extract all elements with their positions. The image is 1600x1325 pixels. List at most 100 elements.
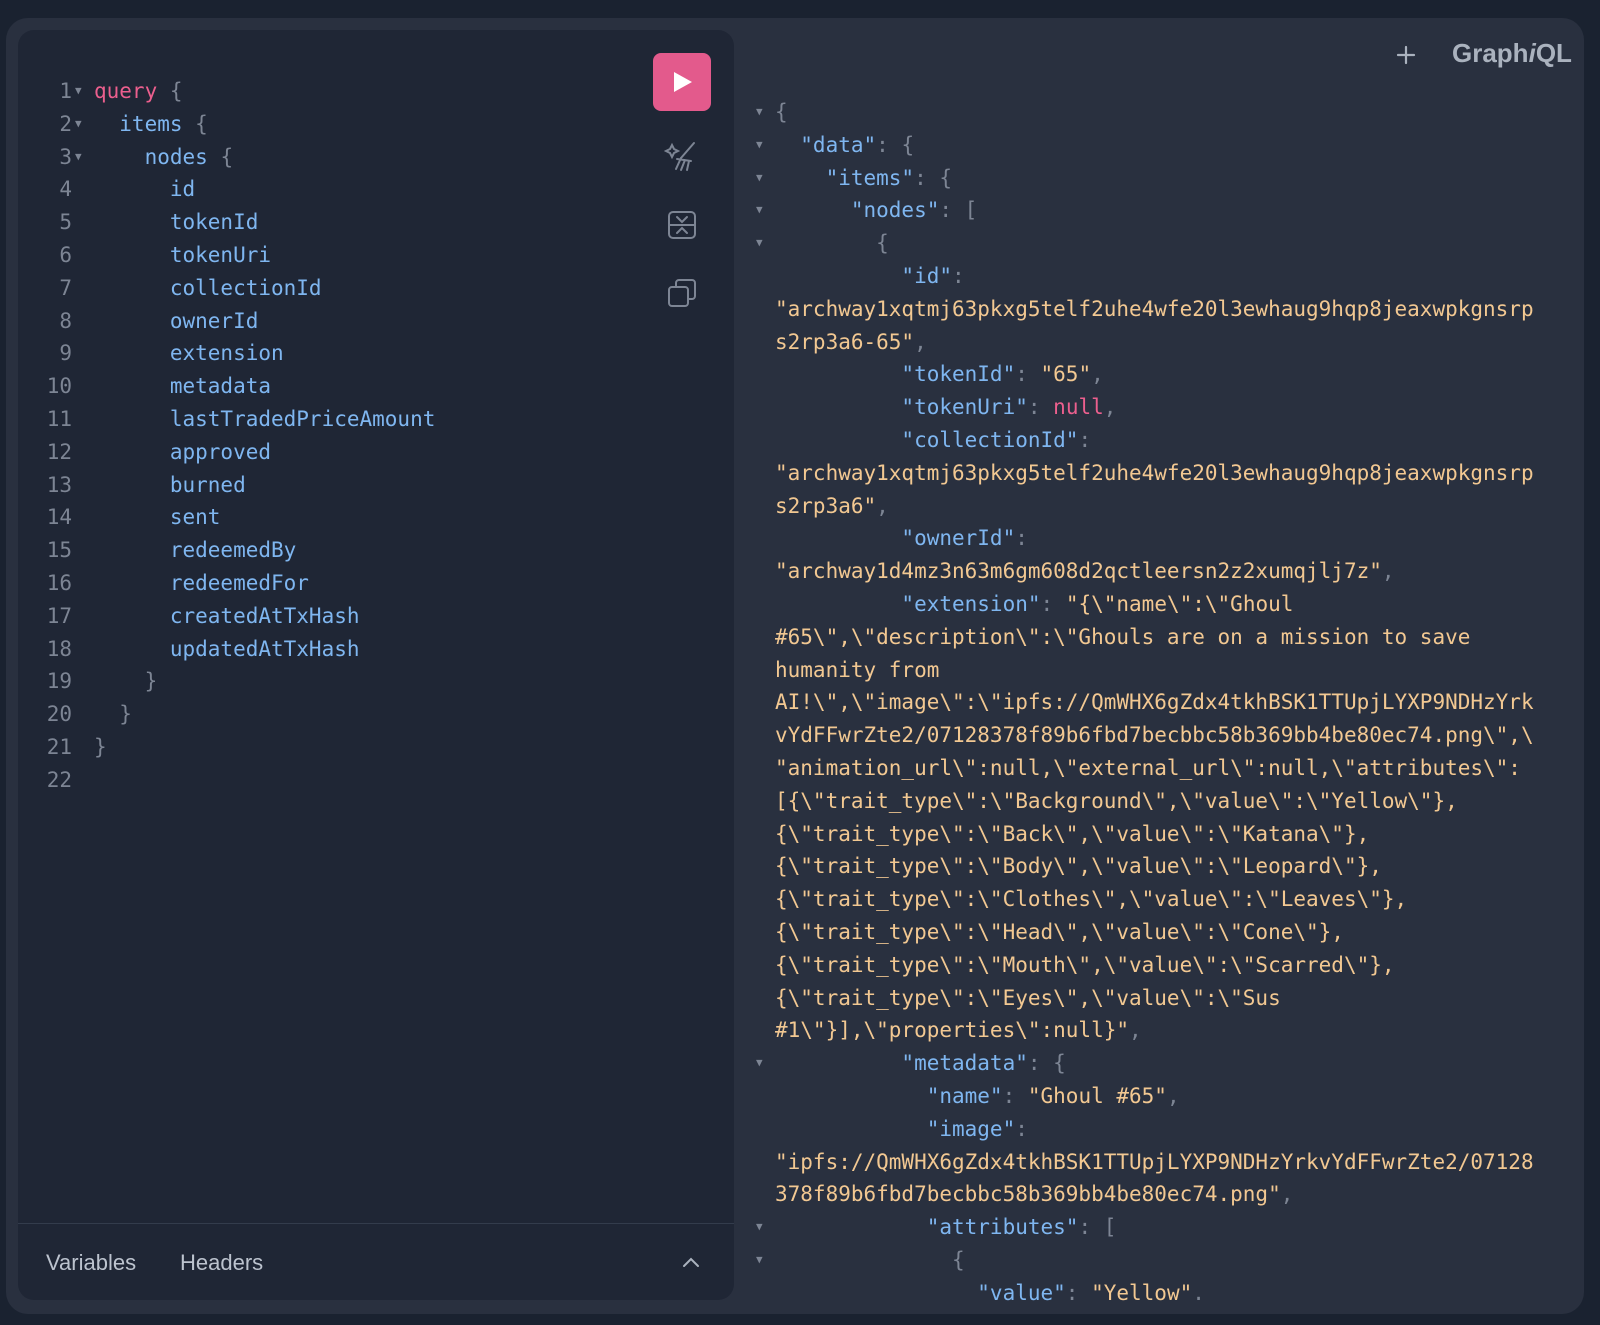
result-line: ▼ "items": { [752,162,1567,195]
editor-line[interactable]: 14 sent [18,501,638,534]
editor-line[interactable]: 9 extension [18,337,638,370]
result-line: vYdFFwrZte2/07128378f89b6fbd7becbbc58b36… [752,719,1567,752]
tab-variables[interactable]: Variables [46,1250,136,1276]
result-line-text: { [775,100,788,124]
result-line-text: "items": { [775,165,953,190]
editor-line[interactable]: 21} [18,731,638,764]
line-text: tokenId [94,210,259,235]
result-line-text: [{\"trait_type\":\"Background\",\"value\… [775,788,1458,813]
line-text: ownerId [94,308,259,333]
result-line: "tokenId": "65", [752,358,1567,391]
editor-line[interactable]: 20 } [18,698,638,731]
tab-headers[interactable]: Headers [180,1250,263,1276]
editor-line[interactable]: 19 } [18,665,638,698]
fold-arrow-icon[interactable]: ▼ [75,141,82,174]
result-line: #65\",\"description\":\"Ghouls are on a … [752,621,1567,654]
result-line: ▼ "nodes": [ [752,194,1567,227]
editor-line[interactable]: 15 redeemedBy [18,534,638,567]
result-line-text: "id": [775,263,965,288]
line-text: } [94,734,107,759]
line-number: 18 [46,636,72,661]
chevron-up-icon[interactable] [680,1252,702,1272]
editor-line[interactable]: 16 redeemedFor [18,567,638,600]
result-line: ▼ { [752,1244,1567,1277]
editor-line[interactable]: 1 ▼ query { [18,75,638,108]
result-line-text: {\"trait_type\":\"Clothes\",\"value\":\"… [775,887,1408,912]
line-number: 5 [59,210,72,235]
editor-line[interactable]: 12 approved [18,436,638,469]
line-text: burned [94,472,246,497]
line-text: updatedAtTxHash [94,636,360,661]
line-number: 15 [46,538,72,563]
result-line: ▼ { [752,227,1567,260]
line-number: 21 [46,734,72,759]
fold-arrow-icon[interactable]: ▼ [756,194,763,227]
editor-line[interactable]: 2 ▼ items { [18,108,638,141]
editor-line[interactable]: 11 lastTradedPriceAmount [18,403,638,436]
result-line: s2rp3a6", [752,490,1567,523]
result-line: ▼ "attributes": [ [752,1211,1567,1244]
result-line: AI!\",\"image\":\"ipfs://QmWHX6gZdx4tkhB… [752,686,1567,719]
fold-arrow-icon[interactable]: ▼ [756,1047,763,1080]
fold-arrow-icon[interactable]: ▼ [75,108,82,141]
editor-line[interactable]: 3 ▼ nodes { [18,141,638,174]
result-line: {\"trait_type\":\"Mouth\",\"value\":\"Sc… [752,949,1567,982]
editor-line[interactable]: 5 tokenId [18,206,638,239]
result-line-text: {\"trait_type\":\"Body\",\"value\":\"Leo… [775,854,1382,879]
result-line-text: "value": "Yellow". [775,1280,1205,1305]
run-query-button[interactable] [653,53,711,111]
result-line: ▼ "data": { [752,129,1567,162]
editor-line[interactable]: 6 tokenUri [18,239,638,272]
line-number: 13 [46,472,72,497]
merge-fragments-button[interactable] [660,203,704,247]
result-line: ▼{ [752,96,1567,129]
result-line: "value": "Yellow". [752,1277,1567,1310]
line-number: 3 [59,144,72,169]
editor-line[interactable]: 22 [18,764,638,797]
line-number: 4 [59,177,72,202]
prettify-button[interactable] [660,135,704,179]
result-line-text: 378f89b6fbd7becbbc58b369bb4be80ec74.png"… [775,1182,1294,1207]
editor-line[interactable]: 10 metadata [18,370,638,403]
editor-line[interactable]: 4 id [18,173,638,206]
fold-arrow-icon[interactable]: ▼ [756,96,763,129]
result-line: ▼ "metadata": { [752,1047,1567,1080]
result-viewer[interactable]: ▼{▼ "data": {▼ "items": {▼ "nodes": [▼ {… [752,96,1567,1309]
result-line-text: "ipfs://QmWHX6gZdx4tkhBSK1TTUpjLYXP9NDHz… [775,1149,1534,1174]
result-line: {\"trait_type\":\"Body\",\"value\":\"Leo… [752,850,1567,883]
editor-line[interactable]: 7 collectionId [18,272,638,305]
fold-arrow-icon[interactable]: ▼ [756,1244,763,1277]
plus-icon[interactable] [1391,40,1421,70]
copy-query-button[interactable] [660,271,704,315]
result-line: {\"trait_type\":\"Clothes\",\"value\":\"… [752,883,1567,916]
fold-arrow-icon[interactable]: ▼ [756,1211,763,1244]
result-line: humanity from [752,654,1567,687]
copy-icon [668,279,696,307]
result-line: "ipfs://QmWHX6gZdx4tkhBSK1TTUpjLYXP9NDHz… [752,1146,1567,1179]
line-number: 12 [46,439,72,464]
result-line-text: humanity from [775,657,940,682]
editor-line[interactable]: 17 createdAtTxHash [18,600,638,633]
query-editor[interactable]: 1 ▼ query {2 ▼ items {3 ▼ nodes {4 id 5 token… [18,75,638,797]
result-line-text: "archway1xqtmj63pkxg5telf2uhe4wfe20l3ewh… [775,296,1534,321]
editor-line[interactable]: 8 ownerId [18,305,638,338]
fold-arrow-icon[interactable]: ▼ [756,227,763,260]
editor-line[interactable]: 13 burned [18,469,638,502]
line-text: } [94,702,132,727]
result-line-text: #1\"}],\"properties\":null}", [775,1018,1142,1043]
fold-arrow-icon[interactable]: ▼ [756,162,763,195]
line-number: 10 [46,374,72,399]
result-line-text: "extension": "{\"name\":\"Ghoul [775,591,1294,616]
fold-arrow-icon[interactable]: ▼ [756,129,763,162]
editor-line[interactable]: 18 updatedAtTxHash [18,633,638,666]
result-line-text: {\"trait_type\":\"Back\",\"value\":\"Kat… [775,821,1370,846]
result-line-text: "ownerId": [775,526,1028,551]
result-line: {\"trait_type\":\"Back\",\"value\":\"Kat… [752,818,1567,851]
line-text: tokenUri [94,242,272,267]
result-line-text: "metadata": { [775,1051,1066,1076]
logo-prefix: Graph [1452,38,1529,68]
line-number: 16 [46,570,72,595]
line-text: redeemedFor [94,570,309,595]
result-line-text: "tokenUri": null, [775,395,1117,420]
fold-arrow-icon[interactable]: ▼ [75,75,82,108]
